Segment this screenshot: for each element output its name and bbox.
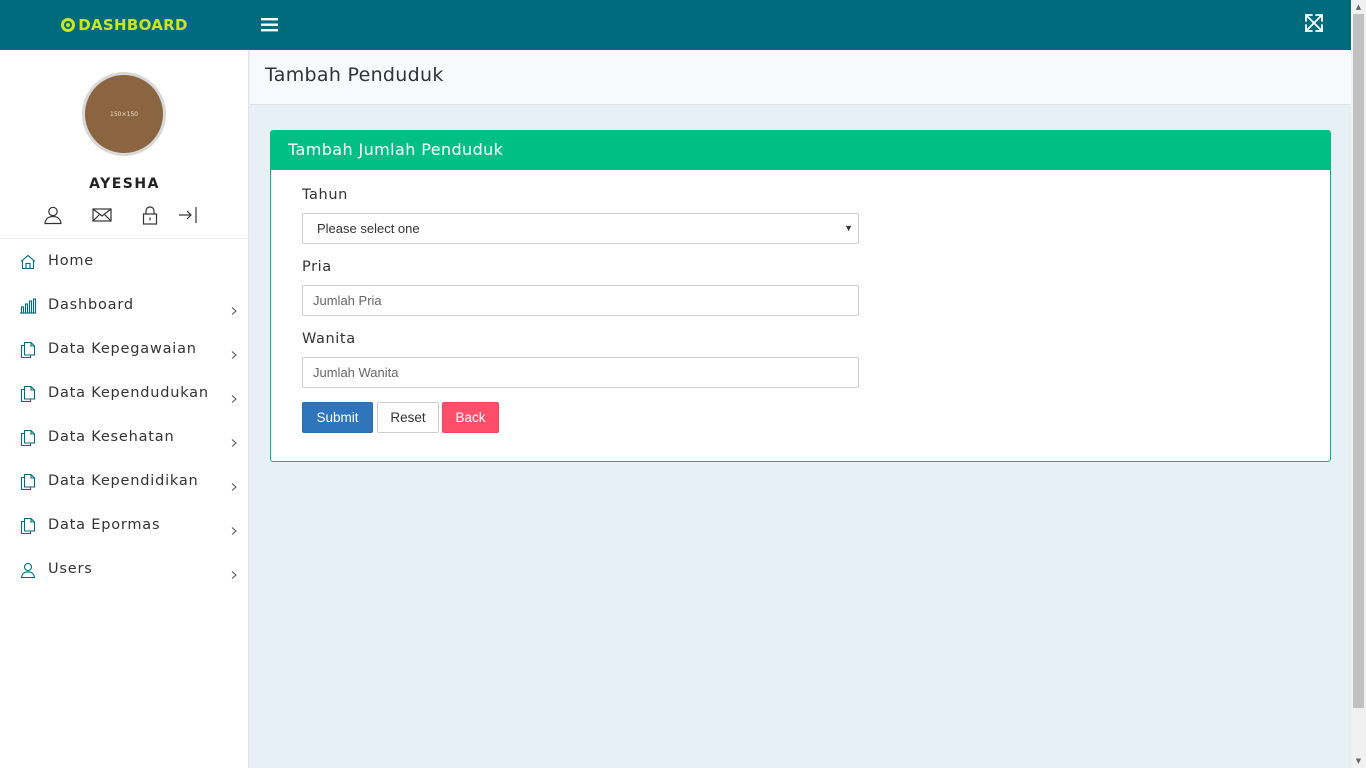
submit-button[interactable]: Submit (302, 402, 373, 433)
chevron-right-icon (229, 433, 239, 447)
wanita-input[interactable]: Jumlah Wanita (302, 357, 859, 388)
document-icon (19, 517, 37, 535)
avatar[interactable]: 150×150 (82, 72, 166, 156)
sidebar-item-label: Data Kependudukan (48, 385, 209, 401)
sidebar-item-data-epormas[interactable]: Data Epormas (0, 504, 249, 548)
tahun-selected-value: Please select one (317, 221, 420, 236)
sidebar-item-users[interactable]: Users (0, 548, 249, 592)
sidebar: 150×150 AYESHA Home Dashboard Data Kepeg… (0, 50, 249, 768)
document-icon (19, 429, 37, 447)
reset-button[interactable]: Reset (377, 402, 439, 433)
profile-actions (0, 202, 249, 228)
document-icon (19, 341, 37, 359)
brand-logo-icon (61, 18, 76, 32)
chevron-right-icon (229, 521, 239, 535)
back-button[interactable]: Back (442, 402, 499, 433)
lock-icon[interactable] (139, 204, 161, 226)
document-icon (19, 473, 37, 491)
sidebar-item-data-kependudukan[interactable]: Data Kependudukan (0, 372, 249, 416)
sidebar-divider (0, 238, 249, 239)
tahun-select[interactable]: Please select one ▼ (302, 213, 859, 244)
profile-name: AYESHA (89, 176, 160, 192)
sidebar-item-label: Dashboard (48, 297, 134, 313)
top-navbar: DASHBOARD (0, 0, 1351, 50)
home-icon (19, 253, 37, 271)
sidebar-item-label: Home (48, 253, 95, 269)
bar-chart-icon (19, 297, 37, 315)
user-icon (19, 561, 37, 579)
sidebar-item-data-kependidikan[interactable]: Data Kependidikan (0, 460, 249, 504)
chevron-right-icon (229, 565, 239, 579)
tahun-label: Tahun (302, 187, 348, 203)
dropdown-arrow-icon: ▼ (844, 223, 853, 233)
pria-placeholder: Jumlah Pria (313, 293, 382, 308)
sidebar-item-data-kesehatan[interactable]: Data Kesehatan (0, 416, 249, 460)
pria-input[interactable]: Jumlah Pria (302, 285, 859, 316)
brand-text: DASHBOARD (78, 16, 188, 34)
wanita-placeholder: Jumlah Wanita (313, 365, 399, 380)
document-icon (19, 385, 37, 403)
avatar-placeholder-text: 150×150 (110, 110, 138, 118)
wanita-label: Wanita (302, 331, 356, 347)
sidebar-item-label: Data Kepegawaian (48, 341, 197, 357)
sidebar-item-dashboard[interactable]: Dashboard (0, 284, 249, 328)
page-header: Tambah Penduduk (250, 50, 1351, 105)
user-icon[interactable] (42, 204, 64, 226)
sidebar-item-label: Data Kependidikan (48, 473, 199, 489)
chevron-right-icon (229, 477, 239, 491)
sidebar-item-label: Data Epormas (48, 517, 161, 533)
card-title: Tambah Jumlah Penduduk (271, 131, 1330, 170)
sidebar-item-label: Users (48, 561, 93, 577)
pria-label: Pria (302, 259, 332, 275)
page-title: Tambah Penduduk (265, 64, 444, 86)
logout-icon[interactable] (177, 204, 199, 226)
scroll-up-arrow-icon[interactable]: ▲ (1351, 0, 1366, 14)
page-scrollbar[interactable]: ▲ ▼ (1351, 0, 1366, 768)
sidebar-item-home[interactable]: Home (0, 240, 249, 284)
brand-logo[interactable]: DASHBOARD (0, 0, 249, 50)
chevron-right-icon (229, 345, 239, 359)
scrollbar-thumb[interactable] (1353, 14, 1364, 708)
sidebar-item-label: Data Kesehatan (48, 429, 175, 445)
sidebar-item-data-kepegawaian[interactable]: Data Kepegawaian (0, 328, 249, 372)
chevron-right-icon (229, 389, 239, 403)
chevron-right-icon (229, 301, 239, 315)
hamburger-icon[interactable] (259, 14, 281, 36)
sidebar-menu: Home Dashboard Data Kepegawaian Data Kep… (0, 240, 249, 592)
envelope-icon[interactable] (91, 204, 113, 226)
form-card: Tambah Jumlah Penduduk Tahun Please sele… (270, 130, 1331, 462)
expand-icon[interactable] (1303, 12, 1325, 34)
scroll-down-arrow-icon[interactable]: ▼ (1351, 754, 1366, 768)
